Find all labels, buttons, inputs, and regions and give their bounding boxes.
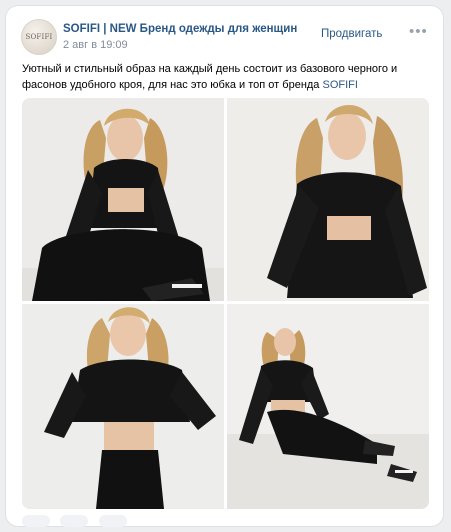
brand-link[interactable]: SOFIFI	[322, 79, 357, 91]
post-date[interactable]: 2 авг в 19:09	[63, 39, 128, 51]
photo-3[interactable]	[22, 304, 224, 509]
photo-3-image	[22, 304, 224, 509]
post-actions	[22, 514, 133, 532]
share-button[interactable]	[98, 515, 127, 527]
comment-button[interactable]	[60, 515, 89, 527]
post-card: SOFIFI SOFIFI | NEW Бренд одежды для жен…	[6, 6, 443, 527]
promote-button[interactable]: Продвигать	[321, 28, 382, 40]
post-author-link[interactable]: SOFIFI | NEW Бренд одежды для женщин	[63, 23, 297, 35]
avatar[interactable]: SOFIFI	[21, 19, 57, 55]
post-text: Уютный и стильный образ на каждый день с…	[22, 61, 432, 93]
photo-1[interactable]	[22, 98, 224, 301]
more-options-icon[interactable]: •••	[409, 24, 428, 39]
photo-2-image	[227, 98, 429, 301]
photo-grid	[22, 98, 429, 509]
like-button[interactable]	[22, 515, 50, 527]
photo-4-image	[227, 304, 429, 509]
photo-4[interactable]	[227, 304, 429, 509]
photo-2[interactable]	[227, 98, 429, 301]
photo-1-image	[22, 98, 224, 301]
avatar-logo-text: SOFIFI	[25, 33, 53, 41]
